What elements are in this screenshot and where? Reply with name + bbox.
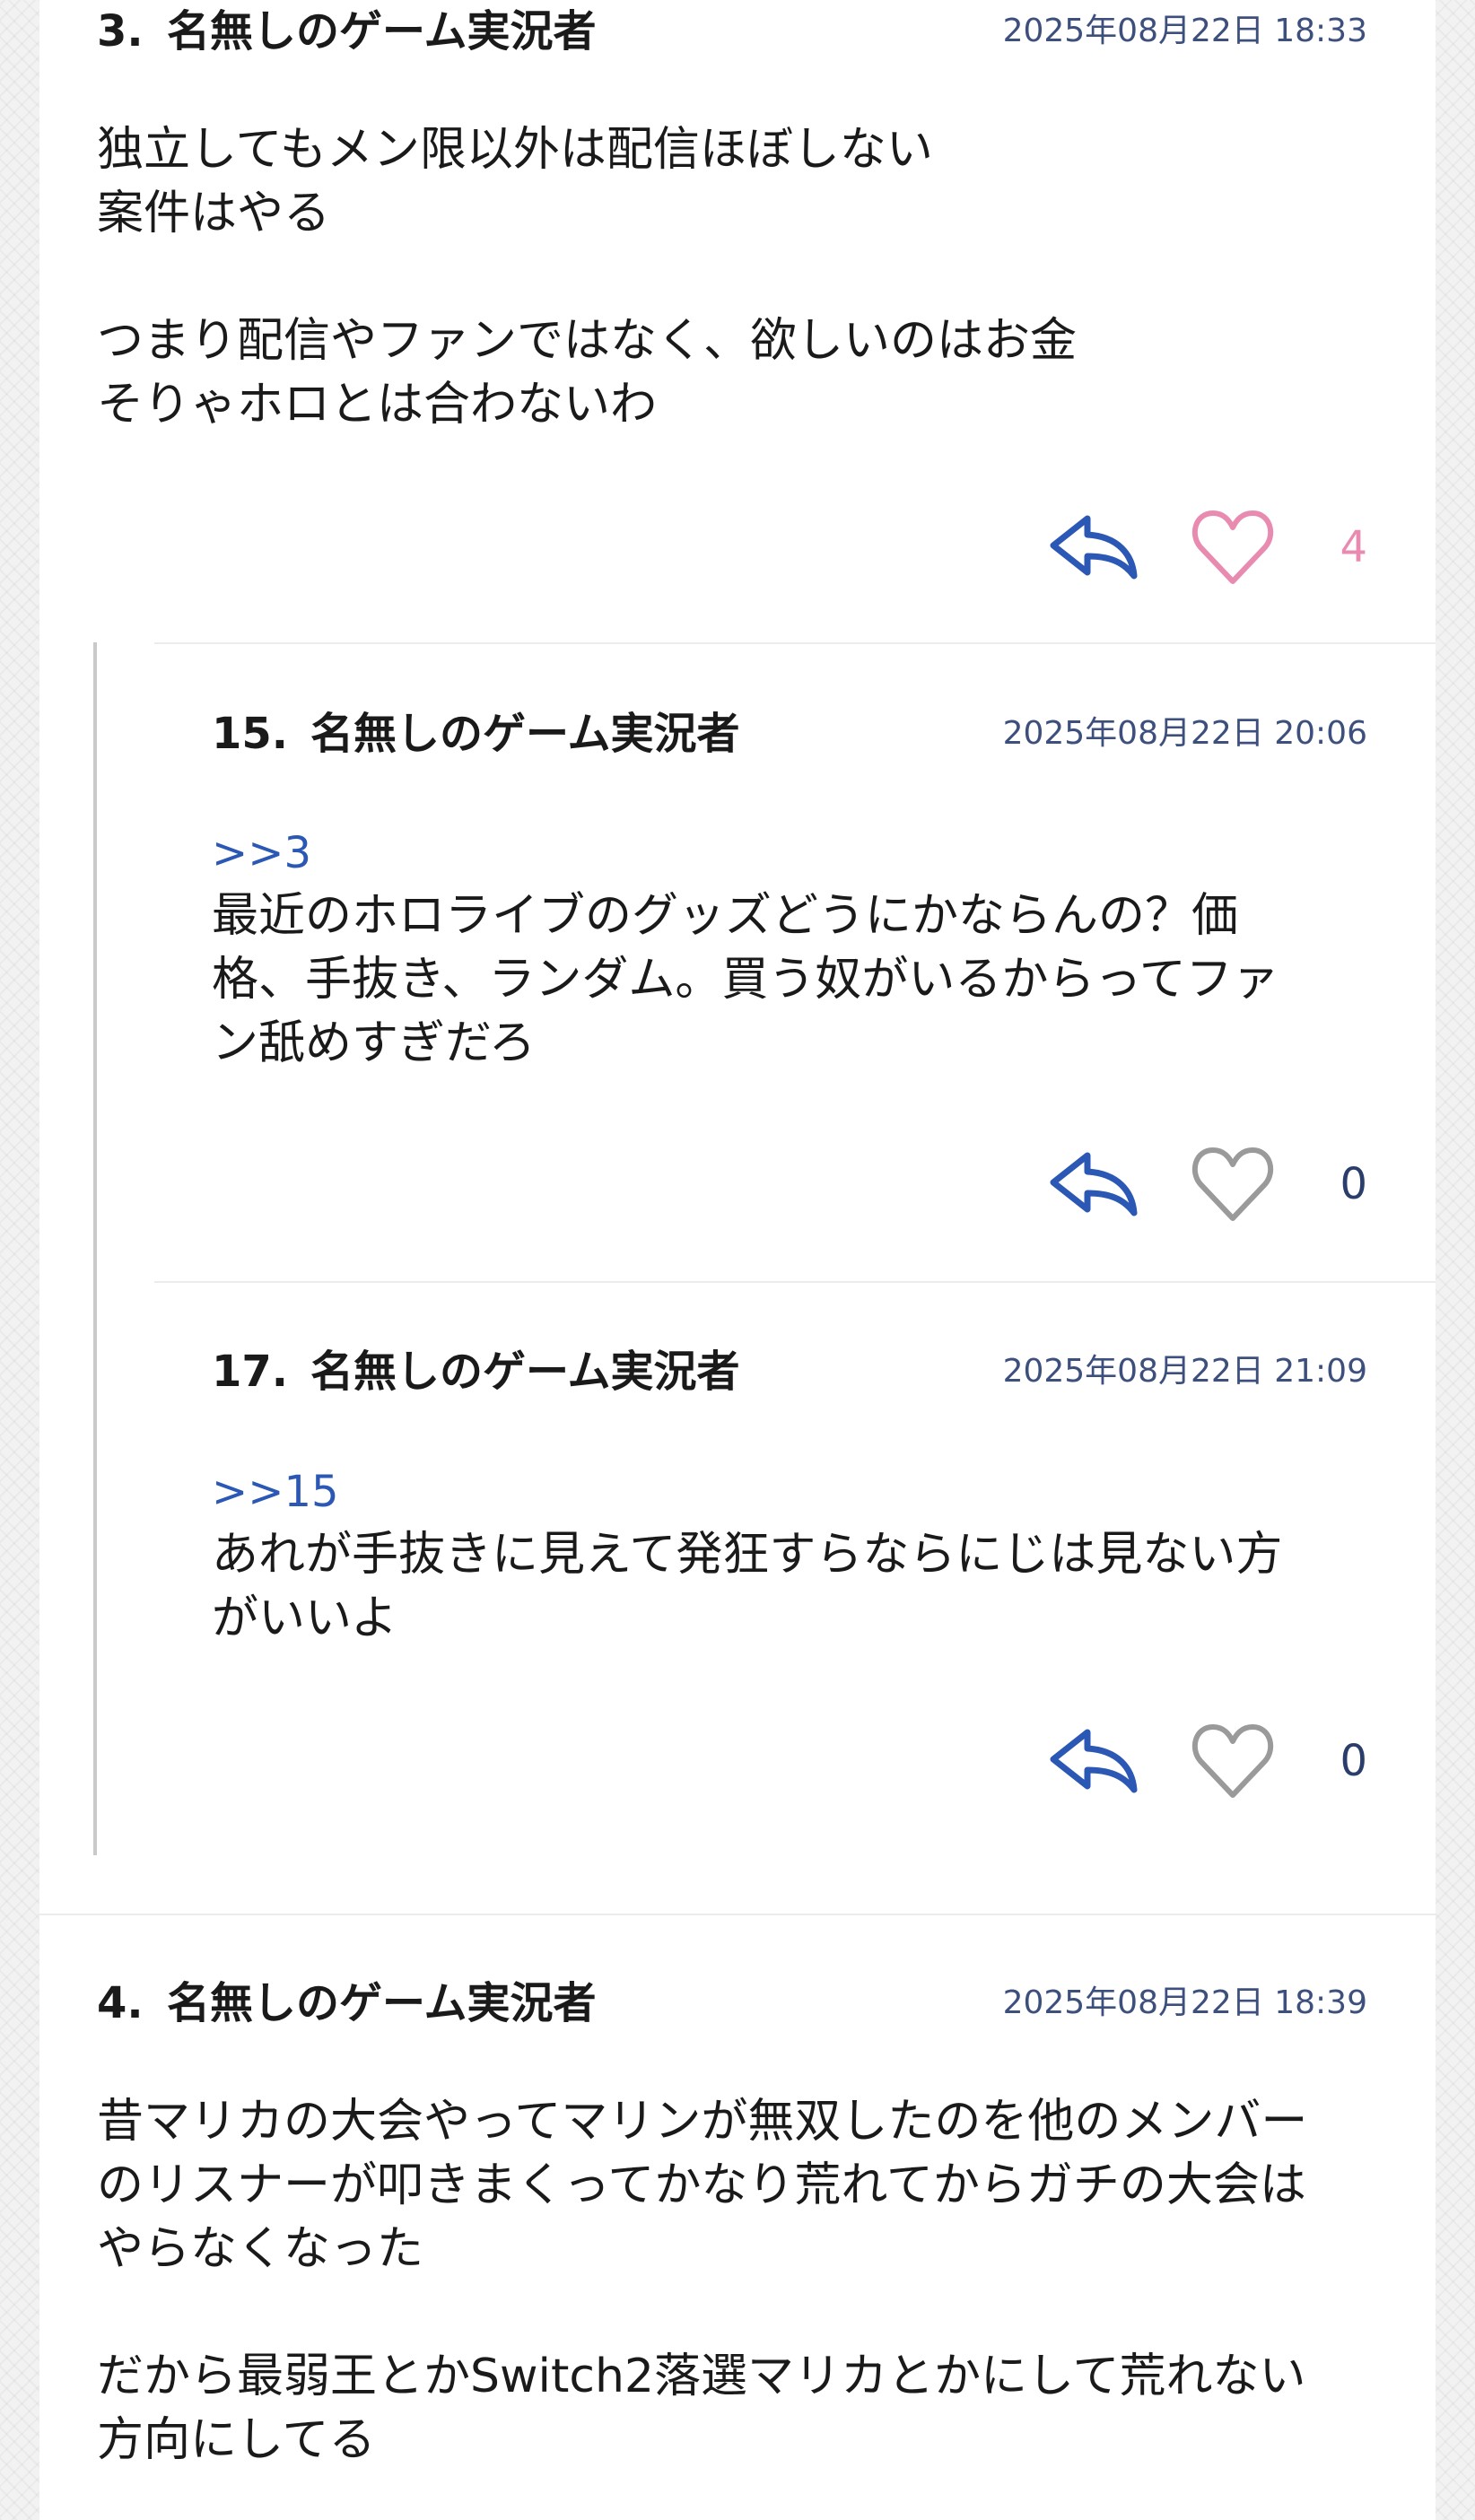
reply-button[interactable] (1044, 1716, 1143, 1806)
heart-icon (1191, 510, 1274, 584)
comment-actions: 0 (1044, 1716, 1367, 1806)
reply-comment: 15. 名無しのゲーム実況者 2025年08月22日 20:06 >>3 最近の… (39, 702, 1436, 1277)
comment-date: 2025年08月22日 21:09 (1002, 1353, 1367, 1390)
divider (154, 1281, 1436, 1283)
comment: 4. 名無しのゲーム実況者 2025年08月22日 18:39 昔マリカの大会や… (39, 1972, 1436, 2510)
reply-arrow-icon (1050, 515, 1138, 580)
comment-author: 名無しのゲーム実況者 (310, 1347, 740, 1397)
comment-list: 3. 名無しのゲーム実況者 2025年08月22日 18:33 独立してもメン限… (39, 0, 1436, 2520)
comment-number: 15. (212, 709, 289, 759)
reply-arrow-icon (1050, 1729, 1138, 1793)
comment-body: 独立してもメン限以外は配信ほぼしない 案件はやる つまり配信やファンではなく、欲… (97, 123, 1078, 432)
comment-body: あれが手抜きに見えて発狂すらならにじは見ない方 がいいよ (212, 1528, 1283, 1645)
reply-button[interactable] (1044, 502, 1143, 592)
comment-author: 名無しのゲーム実況者 (310, 709, 740, 759)
comment-date: 2025年08月22日 18:33 (1002, 13, 1367, 49)
reply-comment: 17. 名無しのゲーム実況者 2025年08月22日 21:09 >>15 あれ… (39, 1340, 1436, 1843)
comment-body: 最近のホロライブのグッズどうにかならんの？価 格、手抜き、ランダム。買う奴がいる… (212, 889, 1279, 1070)
like-button[interactable] (1188, 1716, 1278, 1806)
like-count: 4 (1340, 522, 1367, 572)
like-button[interactable] (1188, 1139, 1278, 1229)
comment-author: 名無しのゲーム実況者 (167, 1978, 597, 2028)
heart-icon (1191, 1724, 1274, 1798)
comment-header: 3. 名無しのゲーム実況者 2025年08月22日 18:33 (39, 0, 1436, 63)
reply-arrow-icon (1050, 1152, 1138, 1216)
reply-button[interactable] (1044, 1139, 1143, 1229)
comment-date: 2025年08月22日 18:39 (1002, 1984, 1367, 2021)
like-button[interactable] (1188, 502, 1278, 592)
like-count: 0 (1340, 1736, 1367, 1786)
reply-anchor-link[interactable]: >>15 (212, 1461, 339, 1523)
reply-anchor-link[interactable]: >>3 (212, 822, 311, 885)
divider (39, 1914, 1436, 1915)
comment-actions: 4 (1044, 502, 1367, 592)
like-count: 0 (1340, 1159, 1367, 1209)
comment-date: 2025年08月22日 20:06 (1002, 715, 1367, 752)
comment-author: 名無しのゲーム実況者 (167, 6, 597, 57)
divider (154, 642, 1436, 644)
comment-actions: 0 (1044, 1139, 1367, 1229)
comment: 3. 名無しのゲーム実況者 2025年08月22日 18:33 独立してもメン限… (39, 0, 1436, 628)
comment-header: 17. 名無しのゲーム実況者 2025年08月22日 21:09 (39, 1340, 1436, 1403)
heart-icon (1191, 1147, 1274, 1221)
comment-body: 昔マリカの大会やってマリンが無双したのを他のメンバー のリスナーが叩きまくってか… (97, 2095, 1308, 2467)
comment-number: 17. (212, 1347, 289, 1397)
comment-number: 4. (97, 1978, 144, 2028)
comment-header: 15. 名無しのゲーム実況者 2025年08月22日 20:06 (39, 702, 1436, 765)
comment-header: 4. 名無しのゲーム実況者 2025年08月22日 18:39 (39, 1972, 1436, 2035)
comment-number: 3. (97, 6, 144, 57)
